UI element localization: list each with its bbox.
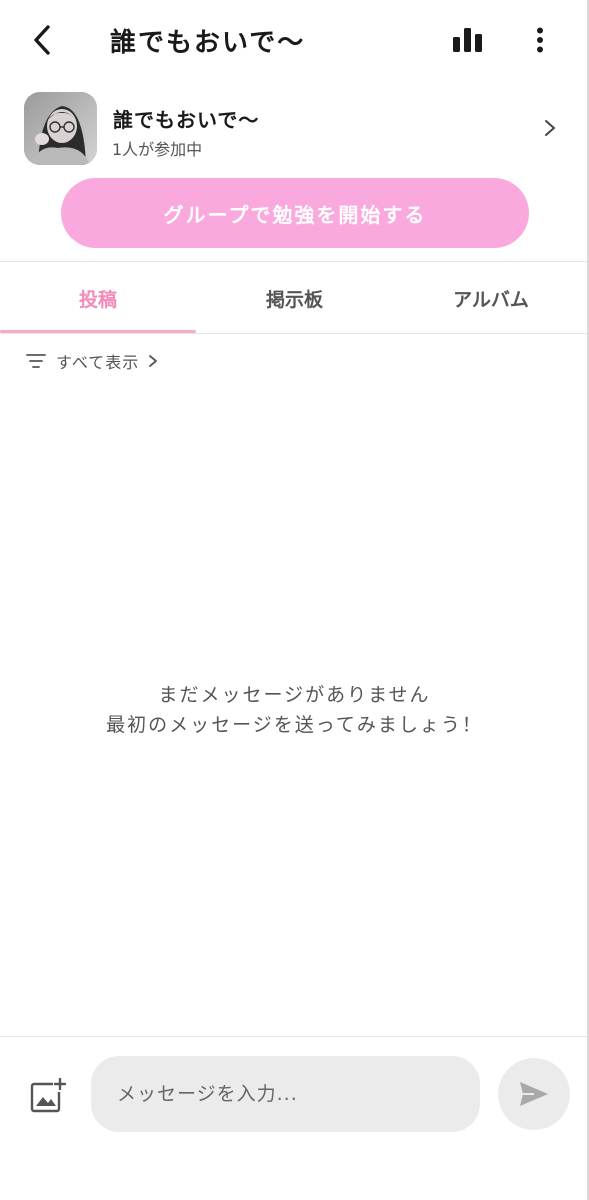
filter-button[interactable]: すべて表示 <box>26 348 159 374</box>
app-header: 誰でもおいで〜 <box>0 0 589 80</box>
group-info-row[interactable]: 誰でもおいで〜 1人が参加中 <box>0 88 589 168</box>
filter-icon <box>26 354 46 368</box>
send-button[interactable] <box>498 1058 570 1130</box>
chevron-right-icon <box>545 120 555 136</box>
tab-posts[interactable]: 投稿 <box>0 262 196 334</box>
add-image-icon <box>30 1078 67 1113</box>
group-name: 誰でもおいで〜 <box>113 108 260 132</box>
group-member-count: 1人が参加中 <box>112 140 203 159</box>
empty-state-title: まだメッセージがありません <box>158 684 431 706</box>
tab-board[interactable]: 掲示板 <box>196 262 393 334</box>
chevron-right-icon <box>149 355 158 367</box>
stats-button[interactable] <box>446 20 490 60</box>
message-input[interactable] <box>91 1056 480 1132</box>
more-vertical-icon <box>537 27 543 53</box>
add-image-button[interactable] <box>28 1076 68 1116</box>
divider <box>0 1036 589 1037</box>
divider <box>0 333 589 334</box>
bar-chart-icon <box>453 28 482 52</box>
chevron-left-icon <box>34 25 50 55</box>
page-title: 誰でもおいで〜 <box>110 28 306 58</box>
more-options-button[interactable] <box>522 20 558 60</box>
tab-bar: 投稿 掲示板 アルバム <box>0 262 589 334</box>
group-avatar <box>24 92 97 165</box>
filter-label: すべて表示 <box>56 353 140 372</box>
empty-state: まだメッセージがありません 最初のメッセージを送ってみましょう！ <box>0 680 589 740</box>
tab-album[interactable]: アルバム <box>393 262 589 334</box>
empty-state-subtitle: 最初のメッセージを送ってみましょう！ <box>106 714 483 736</box>
start-group-study-button[interactable]: グループで勉強を開始する <box>61 178 529 248</box>
send-icon <box>520 1082 548 1106</box>
back-button[interactable] <box>24 20 60 60</box>
